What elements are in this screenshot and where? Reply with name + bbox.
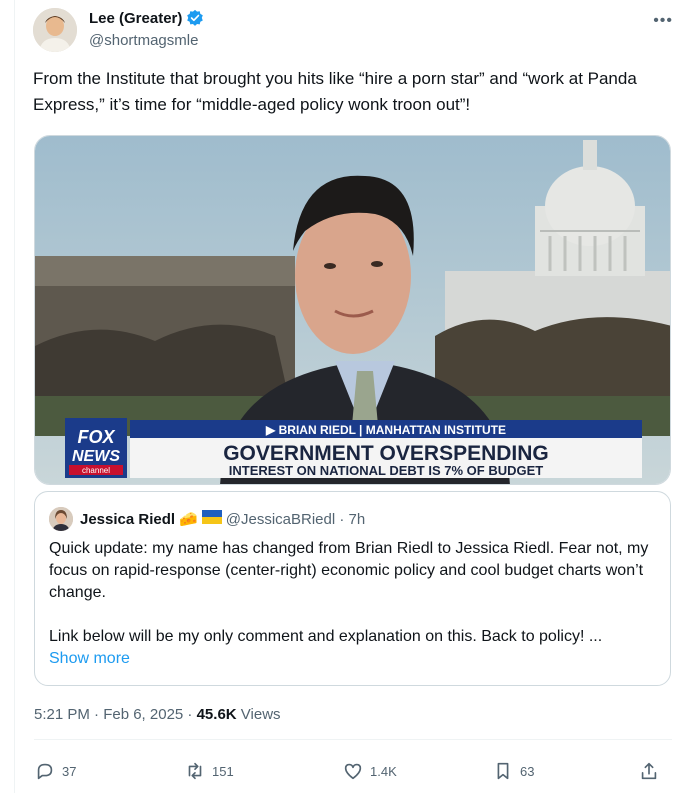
bookmark-icon [497, 762, 509, 780]
cheese-emoji-icon: 🧀 [179, 511, 198, 528]
heart-icon [344, 763, 362, 780]
views-count: 45.6K [196, 706, 237, 723]
tweet-meta: 5:21 PM · Feb 6, 2025 · 45.6K Views [34, 706, 281, 723]
tweet-card: Lee (Greater) @shortmagsmle ••• From the… [14, 0, 691, 793]
chyron-subline: INTEREST ON NATIONAL DEBT IS 7% OF BUDGE… [229, 463, 543, 478]
quoted-author-handle-time: @JessicaBRiedl · 7h [225, 510, 366, 528]
tweet-header: Lee (Greater) @shortmagsmle ••• [33, 8, 673, 54]
timestamp[interactable]: 5:21 PM · Feb 6, 2025 · [34, 706, 197, 723]
reply-count: 37 [62, 763, 77, 779]
tweet-text: From the Institute that brought you hits… [33, 69, 637, 114]
more-options-icon[interactable]: ••• [653, 12, 673, 30]
quoted-paragraph-2: Link below will be my only comment and e… [49, 628, 603, 645]
views-label: Views [236, 706, 281, 723]
quoted-tweet-text: Quick update: my name has changed from B… [49, 538, 659, 670]
repost-count: 151 [212, 763, 234, 779]
chyron-name: ▶ BRIAN RIEDL | MANHATTAN INSTITUTE [265, 423, 506, 437]
chyron-headline: GOVERNMENT OVERSPENDING [223, 442, 549, 465]
repost-button[interactable]: 151 [184, 760, 234, 782]
fox-logo-line1: FOX [77, 427, 115, 447]
quoted-author-avatar [49, 507, 73, 531]
fox-logo-line2: NEWS [72, 448, 120, 465]
quoted-tweet[interactable]: Jessica Riedl 🧀 @JessicaBRiedl · 7h Quic… [34, 491, 671, 686]
bookmark-count: 63 [520, 763, 535, 779]
show-more-link[interactable]: Show more [49, 648, 659, 670]
like-button[interactable]: 1.4K [342, 760, 397, 782]
author-handle[interactable]: @shortmagsmle [89, 32, 198, 49]
divider [34, 739, 672, 740]
bookmark-button[interactable]: 63 [492, 760, 534, 782]
quoted-paragraph-1: Quick update: my name has changed from B… [49, 540, 649, 601]
reply-button[interactable]: 37 [34, 760, 76, 782]
reply-icon [37, 763, 53, 780]
verified-badge-icon [186, 9, 204, 27]
author-name-row: Lee (Greater) [89, 9, 204, 27]
share-button[interactable] [638, 760, 660, 782]
like-count: 1.4K [370, 763, 397, 779]
author-avatar[interactable] [33, 8, 77, 52]
tweet-media-image[interactable]: ▶ BRIAN RIEDL | MANHATTAN INSTITUTE GOVE… [34, 135, 671, 485]
ukraine-flag-icon [201, 510, 222, 528]
action-bar: 37 151 1.4K 63 [34, 760, 672, 784]
quoted-tweet-header: Jessica Riedl 🧀 @JessicaBRiedl · 7h [49, 507, 365, 531]
fox-logo-line3: channel [82, 466, 110, 475]
quoted-author-name: Jessica Riedl [80, 510, 176, 528]
author-display-name[interactable]: Lee (Greater) [89, 10, 182, 27]
repost-icon [188, 762, 202, 780]
share-icon [641, 762, 657, 780]
